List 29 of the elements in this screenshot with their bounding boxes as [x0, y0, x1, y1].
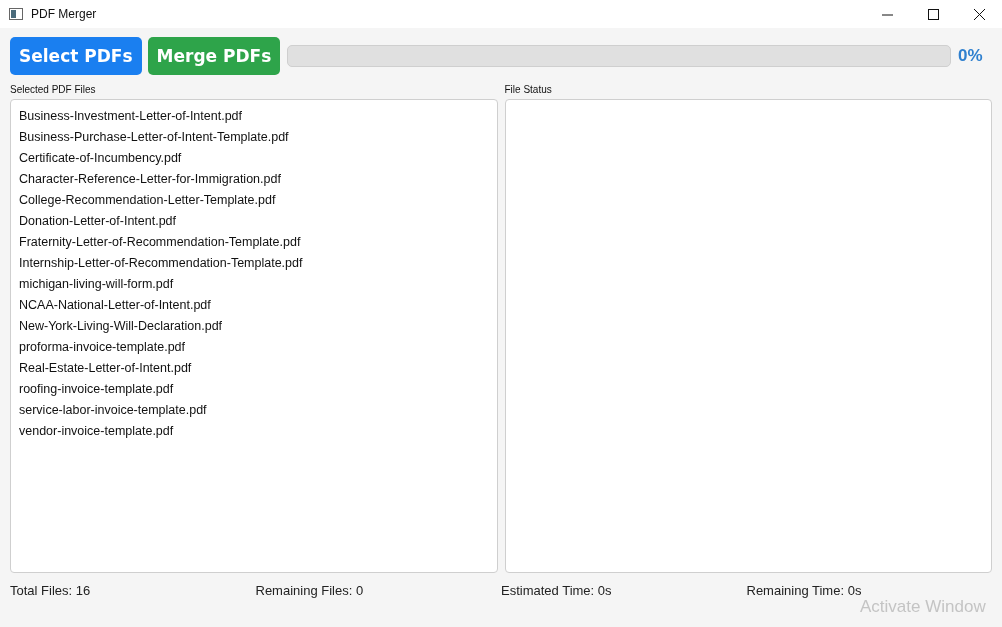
file-item[interactable]: Real-Estate-Letter-of-Intent.pdf [19, 358, 497, 379]
file-item[interactable]: roofing-invoice-template.pdf [19, 379, 497, 400]
panel-label: File Status [504, 83, 553, 96]
status-text: Remaining Files: 0 [255, 583, 364, 598]
status-text: Remaining Time: 0s [746, 583, 862, 598]
file-list[interactable] [10, 99, 498, 573]
panel-label: Selected PDF Files [10, 83, 97, 96]
maximize-icon [927, 8, 939, 20]
file-item[interactable]: New-York-Living-Will-Declaration.pdf [19, 316, 497, 337]
file-item[interactable]: Internship-Letter-of-Recommendation-Template.pdf [19, 253, 497, 274]
file-item[interactable]: College-Recommendation-Letter-Template.pdf [19, 190, 497, 211]
file-item[interactable]: Fraternity-Letter-of-Recommendation-Template.pdf [19, 232, 497, 253]
file-item[interactable]: Donation-Letter-of-Intent.pdf [19, 211, 497, 232]
file-item[interactable]: michigan-living-will-form.pdf [19, 274, 497, 295]
file-item[interactable]: vendor-invoice-template.pdf [19, 421, 497, 442]
select-button[interactable]: Select PDFs [10, 37, 142, 75]
close-icon [973, 8, 985, 20]
file-item[interactable]: NCAA-National-Letter-of-Intent.pdf [19, 295, 497, 316]
file-item[interactable]: Character-Reference-Letter-for-Immigration.pdf [19, 169, 497, 190]
app-icon [9, 8, 23, 20]
file-item[interactable]: Business-Investment-Letter-of-Intent.pdf [19, 106, 497, 127]
window-title: PDF Merger [31, 7, 97, 21]
file-item[interactable]: proforma-invoice-template.pdf [19, 337, 497, 358]
status-text: Total Files: 16 [10, 583, 91, 598]
progress-reading: 0% [958, 46, 984, 66]
file-item[interactable]: Certificate-of-Incumbency.pdf [19, 148, 497, 169]
status-text: Estimated Time: 0s [501, 583, 612, 598]
file-item[interactable]: service-labor-invoice-template.pdf [19, 400, 497, 421]
file-item[interactable]: Business-Purchase-Letter-of-Intent-Template.pdf [19, 127, 497, 148]
